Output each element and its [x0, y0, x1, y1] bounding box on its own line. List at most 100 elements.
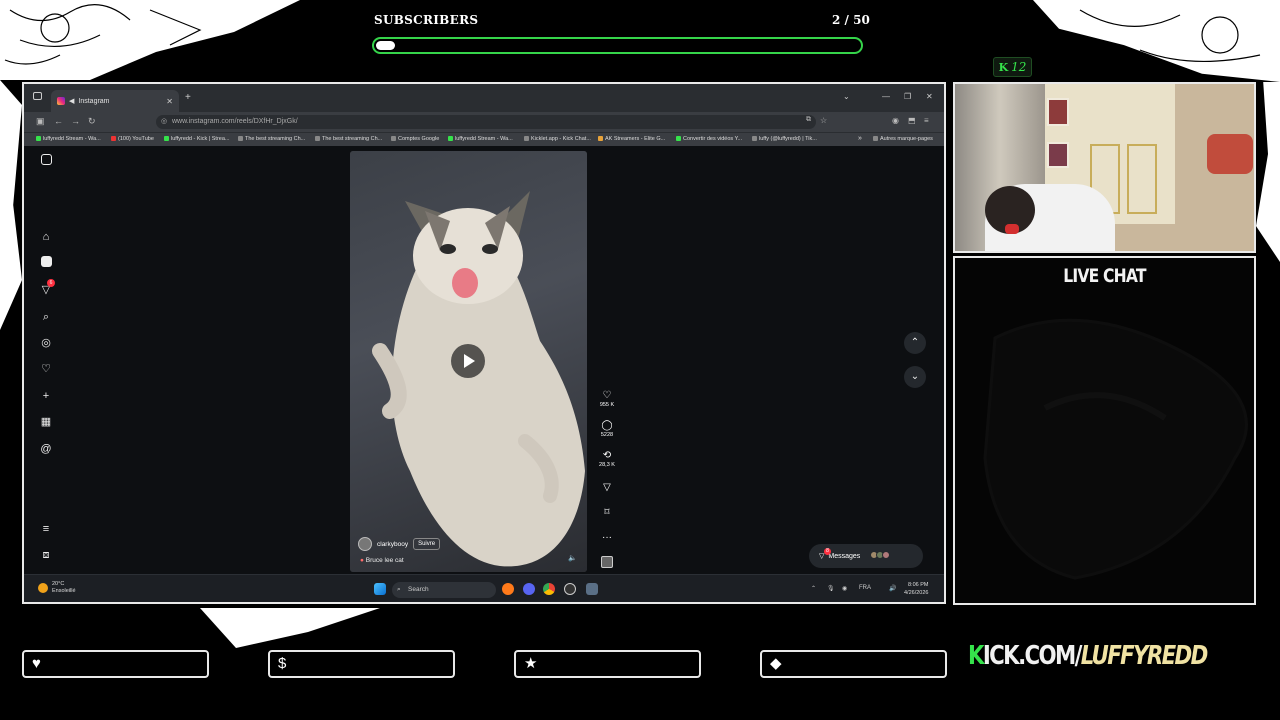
calculator-icon[interactable] — [586, 583, 598, 595]
extensions-icon[interactable]: ⬒ — [908, 116, 916, 125]
language-indicator[interactable]: FRA — [859, 585, 871, 591]
comment-button[interactable]: ◯ 5228 — [599, 420, 615, 438]
bookmark-item[interactable]: Kicklet.app - Kick Chat... — [524, 136, 591, 142]
repost-button[interactable]: ⟲ 28,3 K — [599, 450, 615, 468]
search-icon[interactable]: ⌕ — [39, 310, 53, 324]
bookmark-item[interactable]: Convertir des vidéos Y... — [676, 136, 742, 142]
site-info-icon[interactable]: ◎ — [161, 115, 167, 129]
wall-frame — [1047, 142, 1069, 168]
search-icon: ⌕ — [397, 586, 401, 593]
reels-icon[interactable] — [39, 256, 53, 270]
save-button[interactable]: ⌑ — [599, 507, 615, 518]
follow-button[interactable]: Suivre — [413, 538, 441, 550]
author-username[interactable]: clarkybooy — [377, 541, 408, 548]
profile-icon[interactable]: ◉ — [892, 116, 899, 125]
bookmark-item[interactable]: (100) YouTube — [111, 136, 154, 142]
wall-panel — [1127, 144, 1157, 214]
send-icon[interactable]: ▽ 6 — [39, 279, 55, 297]
bookmark-item[interactable]: Comptes Google — [391, 136, 439, 142]
obs-icon[interactable] — [564, 583, 576, 595]
bookmark-icon: ⌑ — [604, 507, 610, 518]
messages-label: Messages — [828, 552, 861, 560]
taskbar-clock[interactable]: 8:06 PM 4/26/2026 — [904, 581, 928, 597]
bookmark-item[interactable]: AK Streamers - Elite G... — [598, 136, 665, 142]
taskbar-search-label: Search — [408, 586, 429, 593]
stat-box-donations: $ — [268, 650, 455, 678]
headphones-icon — [1005, 224, 1019, 234]
kick-channel-url: KICK.COM/LUFFYREDD — [968, 641, 1208, 671]
caption-text: Bruce lee cat — [365, 557, 404, 564]
windows-taskbar: 20°C Ensoleillé ⌕ Search ⌃ 🎙 ◉ FRA 🔊 8:0… — [24, 574, 944, 602]
tab-list-icon[interactable]: ⌄ — [843, 92, 850, 101]
bookmark-item[interactable]: luffyredd - Kick | Strea... — [164, 136, 230, 142]
browser-menu-icon[interactable]: ≡ — [924, 116, 929, 125]
stat-box-gifts: ◆ — [760, 650, 947, 678]
windows-start-icon[interactable] — [374, 583, 386, 595]
more-options-button[interactable]: ··· — [599, 532, 615, 543]
tab-close-icon[interactable]: ✕ — [166, 97, 173, 106]
manga-art-top-right — [1033, 0, 1280, 82]
back-button[interactable]: ← — [54, 116, 63, 126]
comment-count: 5228 — [600, 432, 614, 438]
url-input[interactable]: ◎ www.instagram.com/reels/DXfHr_DjxGk/ — [156, 115, 816, 129]
tray-overflow-icon[interactable]: ⌃ — [811, 585, 816, 592]
bookmark-item[interactable]: luffy (@luffyredd) | Tik... — [752, 136, 817, 142]
kick-viewer-count: 12 — [1011, 60, 1027, 74]
also-from-meta-icon[interactable]: ⧈ — [39, 548, 53, 562]
bookmark-item[interactable]: luffyredd Stream - Wa... — [36, 136, 101, 142]
messages-button[interactable]: ▽ 8 Messages — [809, 544, 923, 568]
create-icon[interactable]: + — [39, 389, 53, 403]
share-icon[interactable]: ⧉ — [806, 116, 811, 124]
bookmark-star-icon[interactable]: ☆ — [820, 116, 827, 125]
volume-icon[interactable]: 🔈 — [568, 554, 577, 562]
reload-button[interactable]: ↻ — [88, 116, 96, 127]
audio-thumbnail[interactable] — [599, 556, 615, 571]
mic-icon[interactable]: 🎙 — [827, 585, 835, 592]
subscribers-progress-bar — [372, 37, 863, 54]
tray-app-icon[interactable]: ◉ — [842, 585, 847, 592]
explore-icon[interactable]: ◎ — [39, 336, 53, 350]
notifications-heart-icon[interactable]: ♡ — [39, 362, 53, 376]
maximize-button[interactable]: ❐ — [904, 92, 911, 101]
star-icon: ★ — [524, 655, 538, 672]
kick-url-domain: ICK.COM/ — [982, 641, 1083, 671]
bookmark-item[interactable]: The best streaming Ch... — [238, 136, 305, 142]
clock-time: 8:06 PM — [907, 582, 929, 588]
manga-art-bottom-left — [200, 608, 380, 648]
like-button[interactable]: ♡ 955 K — [599, 390, 615, 408]
instagram-logo-icon[interactable] — [39, 154, 53, 168]
minimize-button[interactable]: — — [882, 92, 890, 101]
taskbar-search[interactable]: ⌕ Search — [392, 582, 496, 598]
tab-instagram[interactable]: ◀ Instagram ✕ — [51, 90, 179, 112]
new-tab-button[interactable]: + — [185, 92, 191, 103]
browser-address-bar: ▣ ← → ↻ ◎ www.instagram.com/reels/DXfHr_… — [24, 112, 944, 132]
home-icon[interactable]: ⌂ — [39, 230, 53, 244]
repost-count: 28,3 K — [599, 462, 615, 468]
threads-icon[interactable]: @ — [39, 442, 53, 456]
notification-badge: 6 — [47, 279, 55, 287]
reel-caption: ● Bruce lee cat — [360, 557, 404, 564]
firefox-icon[interactable] — [502, 583, 514, 595]
more-menu-icon[interactable]: ≡ — [39, 522, 53, 536]
author-avatar[interactable] — [358, 537, 372, 551]
bookmark-item[interactable]: The best streaming Ch... — [315, 136, 382, 142]
reel-video[interactable]: clarkybooy Suivre ● Bruce lee cat 🔈 — [350, 151, 587, 572]
discord-icon[interactable] — [523, 583, 535, 595]
webcam-frame — [953, 82, 1256, 253]
tab-menu-icon[interactable] — [33, 92, 42, 100]
bookmarks-overflow-icon[interactable]: » — [858, 135, 862, 142]
previous-reel-button[interactable]: ⌃ — [904, 332, 926, 354]
forward-button[interactable]: → — [71, 116, 80, 126]
bookmark-item[interactable]: luffyredd Stream - Wa... — [448, 136, 513, 142]
chrome-icon[interactable] — [543, 583, 555, 595]
dashboard-icon[interactable]: ▦ — [39, 415, 53, 429]
close-window-button[interactable]: ✕ — [926, 92, 933, 101]
sidebar-toggle-icon[interactable]: ▣ — [36, 116, 45, 127]
weather-widget[interactable]: 20°C Ensoleillé — [38, 581, 76, 595]
share-button[interactable]: ▽ — [599, 482, 615, 493]
browser-tabbar: ◀ Instagram ✕ + ⌄ — ❐ ✕ — [24, 84, 944, 112]
play-button[interactable] — [451, 344, 485, 378]
bookmarks-folder[interactable]: Autres marque-pages — [873, 136, 933, 142]
volume-tray-icon[interactable]: 🔊 — [889, 585, 896, 592]
next-reel-button[interactable]: ⌄ — [904, 366, 926, 388]
